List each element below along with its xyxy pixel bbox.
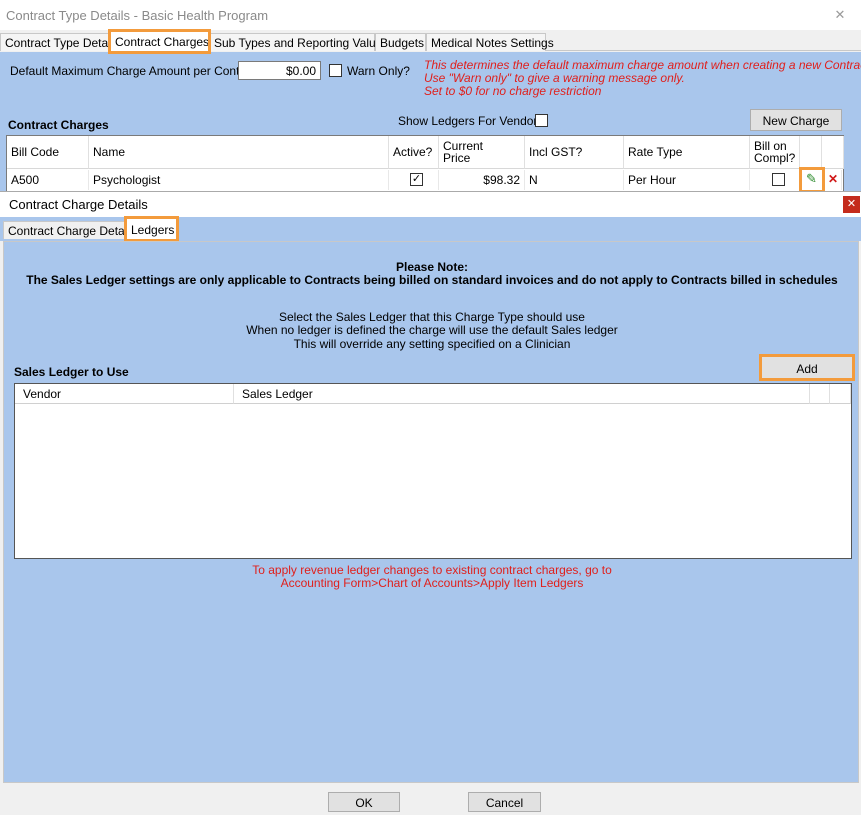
column-header-sales-ledger[interactable]: Sales Ledger (234, 384, 810, 404)
sales-ledger-grid: Vendor Sales Ledger (14, 383, 852, 559)
show-ledgers-label: Show Ledgers For Vendor? (398, 114, 545, 128)
active-checkbox[interactable]: ✓ (410, 173, 423, 186)
contract-charges-heading: Contract Charges (8, 118, 109, 132)
cancel-button[interactable]: Cancel (468, 792, 541, 812)
outer-tab-bar: Contract Type Details Contract Charges S… (0, 29, 861, 54)
ok-button[interactable]: OK (328, 792, 400, 812)
edit-icon[interactable]: ✎ (799, 167, 825, 193)
add-button[interactable]: Add (759, 354, 855, 381)
cell-name: Psychologist (89, 170, 389, 190)
tab-medical-notes-settings[interactable]: Medical Notes Settings (426, 33, 554, 51)
ledgers-panel: Please Note: The Sales Ledger settings a… (3, 241, 859, 783)
dialog-footer: OK Cancel (0, 786, 861, 815)
column-header-blank-2 (830, 384, 851, 404)
window-title: Contract Type Details - Basic Health Pro… (6, 8, 269, 23)
contract-charges-panel: Default Maximum Charge Amount per Contra… (0, 52, 861, 193)
tab-budgets[interactable]: Budgets (375, 33, 426, 51)
note-body: The Sales Ledger settings are only appli… (26, 273, 838, 287)
info-line-1: Select the Sales Ledger that this Charge… (279, 310, 585, 324)
cell-bill-on-compl (750, 170, 800, 190)
tab-contract-type-details[interactable]: Contract Type Details (0, 33, 120, 51)
footer-note-line-1: To apply revenue ledger changes to exist… (252, 563, 612, 577)
inner-tab-bar: Contract Charge Details Ledgers (0, 216, 861, 242)
cell-active: ✓ (389, 170, 439, 190)
delete-icon[interactable]: ✕ (824, 170, 842, 190)
new-charge-button[interactable]: New Charge (750, 109, 842, 131)
close-icon[interactable]: ✕ (843, 196, 860, 213)
cell-rate-type: Per Hour (624, 170, 750, 190)
bill-on-compl-checkbox[interactable] (772, 173, 785, 186)
max-charge-note-line-3: Set to $0 for no charge restriction (424, 84, 602, 98)
default-max-input[interactable]: $0.00 (238, 61, 321, 80)
cell-incl-gst: N (525, 170, 624, 190)
info-line-3: This will override any setting specified… (293, 337, 571, 351)
cell-bill-code: A500 (7, 170, 89, 190)
warn-only-checkbox[interactable] (329, 64, 342, 77)
window-title-bar: Contract Type Details - Basic Health Pro… (0, 0, 861, 30)
close-icon[interactable]: ✕ (833, 8, 847, 22)
info-line-2: When no ledger is defined the charge wil… (246, 323, 618, 337)
tab-contract-charges[interactable]: Contract Charges (108, 29, 211, 54)
default-max-label: Default Maximum Charge Amount per Contra… (10, 64, 260, 78)
table-row[interactable]: A500 Psychologist ✓ $98.32 N Per Hour ✎ … (7, 136, 843, 193)
column-header-blank-1 (810, 384, 830, 404)
sales-ledger-heading: Sales Ledger to Use (14, 365, 129, 379)
cell-current-price: $98.32 (439, 170, 525, 190)
note-title: Please Note: (395, 260, 469, 274)
footer-note-line-2: Accounting Form>Chart of Accounts>Apply … (280, 576, 584, 590)
warn-only-label: Warn Only? (347, 64, 410, 78)
tab-contract-charge-details[interactable]: Contract Charge Details (3, 221, 136, 239)
contract-charges-grid: Bill Code Name Active? Current Price Inc… (6, 135, 844, 193)
tab-sub-types[interactable]: Sub Types and Reporting Values (209, 33, 388, 51)
tab-ledgers[interactable]: Ledgers (124, 216, 179, 242)
contract-charge-details-dialog: Contract Charge Details ✕ Contract Charg… (0, 191, 861, 815)
show-ledgers-checkbox[interactable] (535, 114, 548, 127)
column-header-vendor[interactable]: Vendor (15, 384, 234, 404)
dialog-title: Contract Charge Details (0, 192, 861, 217)
